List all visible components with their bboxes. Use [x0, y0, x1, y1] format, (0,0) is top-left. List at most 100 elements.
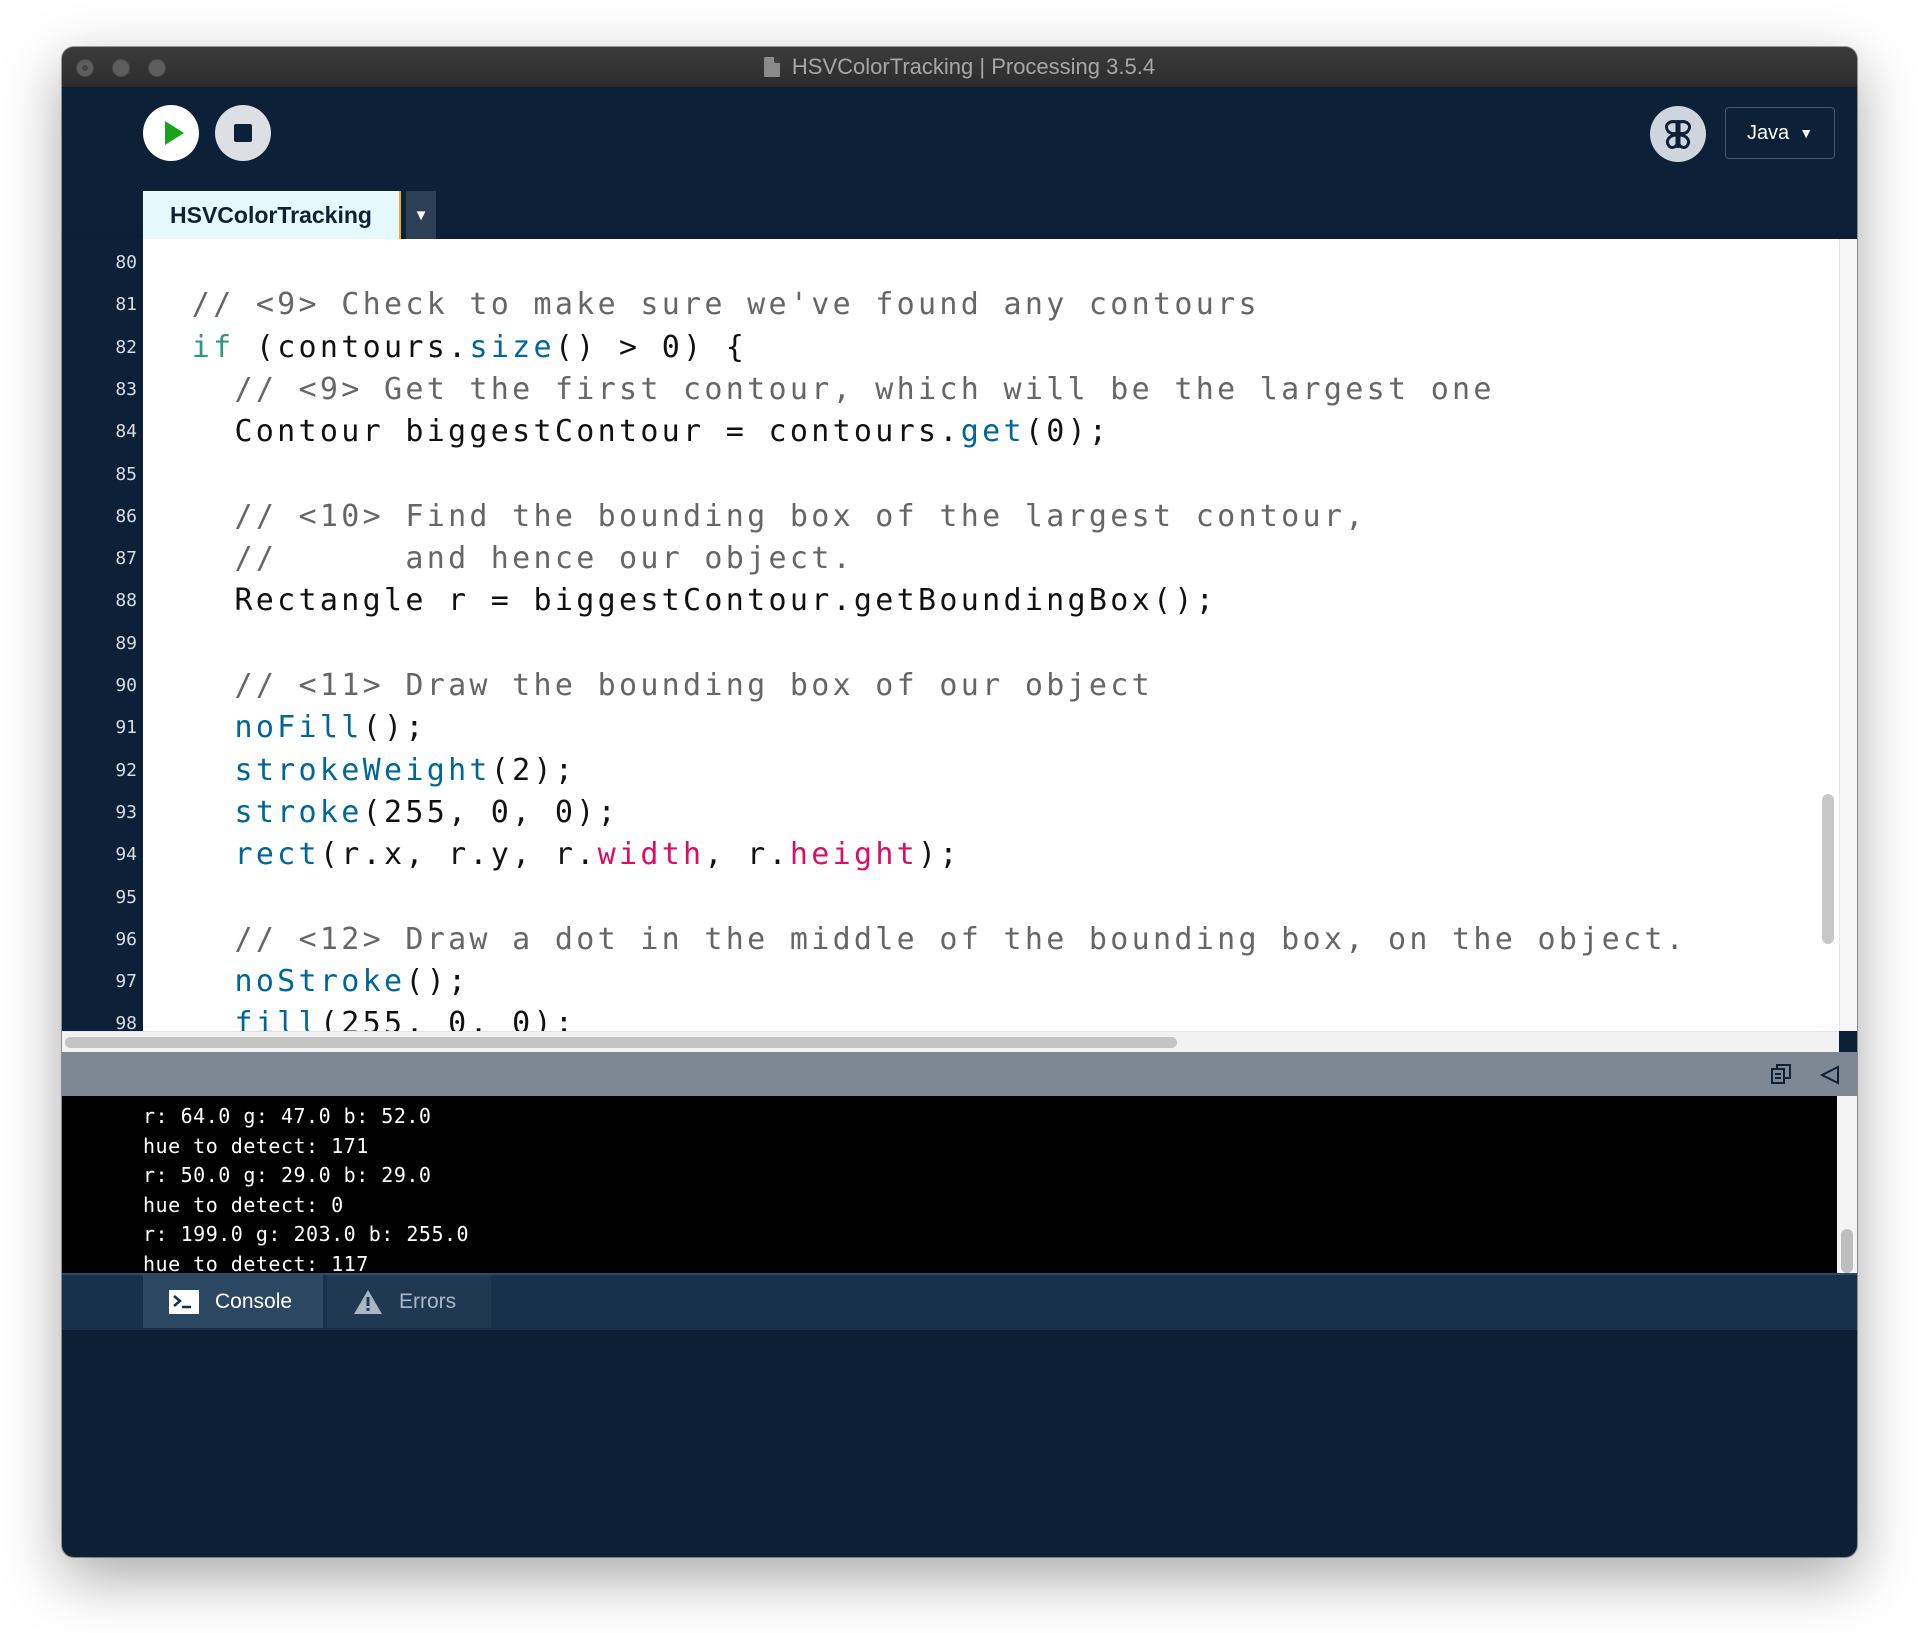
code-editor: 8081828384858687888990919293949596979899… [62, 239, 1857, 1204]
run-button[interactable] [143, 105, 199, 161]
code-line: Rectangle r = biggestContour.getBounding… [149, 580, 1217, 622]
code-token: size [469, 329, 555, 365]
code-line: Contour biggestContour = contours.get(0)… [149, 411, 1110, 453]
line-number: 81 [115, 294, 137, 316]
code-token: // <12> Draw a dot in the middle of the … [234, 921, 1688, 957]
code-line: if (contours.size() > 0) { [149, 327, 747, 369]
code-token: // <9> Get the first contour, which will… [234, 371, 1495, 407]
collapse-console-icon[interactable] [1819, 1064, 1841, 1086]
code-token: (); [362, 710, 427, 746]
code-line: strokeWeight(2); [149, 750, 576, 792]
code-token: (r.x, r.y, r. [319, 837, 598, 873]
tab-errors-label: Errors [399, 1289, 457, 1313]
chevron-down-icon: ▼ [1799, 125, 1814, 141]
console-line: r: 50.0 g: 29.0 b: 29.0 [143, 1163, 432, 1187]
code-token: (255, 0, 0); [362, 794, 619, 830]
title-wrap: HSVColorTracking | Processing 3.5.4 [62, 47, 1857, 87]
code-line: noStroke(); [149, 961, 469, 1003]
code-token: () > 0) { [554, 329, 748, 365]
line-number: 91 [115, 717, 137, 739]
tab-hsvcolortracking[interactable]: HSVColorTracking [143, 191, 401, 239]
line-number: 86 [115, 505, 137, 527]
tab-label: HSVColorTracking [170, 201, 372, 228]
editor-vertical-scroll-thumb[interactable] [1822, 794, 1834, 944]
code-token: (contours. [234, 329, 470, 365]
stop-button[interactable] [215, 105, 271, 161]
title-bar: HSVColorTracking | Processing 3.5.4 [62, 47, 1857, 88]
tab-console-label: Console [215, 1289, 293, 1313]
editor-horizontal-scrollbar[interactable] [62, 1031, 1839, 1052]
line-number: 97 [115, 971, 137, 993]
code-token: stroke [234, 794, 363, 830]
line-number: 89 [115, 632, 137, 654]
mode-label: Java [1746, 121, 1790, 144]
code-token: rect [234, 837, 320, 873]
console-divider[interactable] [62, 1052, 1857, 1096]
document-icon [763, 57, 780, 77]
footer-tabs: Console Errors [62, 1273, 1857, 1330]
code-line: stroke(255, 0, 0); [149, 792, 619, 834]
code-token: // <10> Find the bounding box of the lar… [234, 498, 1367, 534]
line-number: 85 [115, 463, 137, 485]
code-line: fill(255, 0, 0); [149, 1003, 576, 1031]
code-token: (); [405, 964, 470, 1000]
tab-console[interactable]: Console [143, 1275, 323, 1328]
line-number: 93 [115, 801, 137, 823]
code-line: rect(r.x, r.y, r.width, r.height); [149, 834, 961, 876]
window-title: HSVColorTracking | Processing 3.5.4 [791, 54, 1156, 79]
line-number: 80 [115, 252, 137, 273]
line-number: 92 [115, 759, 137, 781]
console-line: r: 64.0 g: 47.0 b: 52.0 [143, 1104, 432, 1128]
console-line: hue to detect: 117 [143, 1251, 369, 1274]
code-token: if [191, 329, 235, 365]
chevron-down-icon: ▼ [413, 206, 429, 224]
code-line: noFill(); [149, 707, 427, 749]
code-line: // <9> Get the first contour, which will… [149, 369, 1495, 411]
copy-icon[interactable] [1770, 1063, 1792, 1085]
code-token: height [789, 837, 919, 873]
editor-vertical-scrollbar[interactable] [1839, 239, 1857, 1031]
line-number: 90 [115, 675, 137, 696]
line-number: 88 [115, 590, 137, 612]
console-output[interactable]: r: 64.0 g: 47.0 b: 52.0 hue to detect: 17… [62, 1096, 1857, 1273]
line-number: 83 [115, 378, 137, 400]
line-number: 87 [115, 548, 137, 570]
console-scrollbar[interactable] [1837, 1096, 1857, 1273]
code-token: // <11> Draw the bounding box of our obj… [234, 668, 1153, 703]
code-token: noStroke [234, 964, 406, 1000]
code-token: width [597, 837, 705, 873]
mode-selector[interactable]: Java ▼ [1725, 107, 1835, 159]
processing-window: HSVColorTracking | Processing 3.5.4 Java… [62, 47, 1857, 1557]
tab-errors[interactable]: Errors [327, 1275, 491, 1328]
code-token: , r. [704, 837, 790, 873]
code-token: // and hence our object. [234, 541, 854, 577]
editor-horizontal-scroll-thumb[interactable] [65, 1037, 1177, 1048]
code-area[interactable]: // <9> Check to make sure we've found an… [143, 239, 1839, 1031]
tab-menu-button[interactable]: ▼ [406, 191, 436, 239]
console-scroll-thumb[interactable] [1841, 1229, 1853, 1273]
play-icon [165, 121, 184, 145]
line-number: 94 [115, 844, 137, 866]
console-line: r: 199.0 g: 203.0 b: 255.0 [143, 1222, 470, 1246]
code-line: // and hence our object. [149, 538, 854, 580]
code-token: Rectangle r = biggestContour.getBounding… [149, 583, 1218, 619]
line-number: 96 [115, 928, 137, 950]
terminal-icon [169, 1289, 199, 1314]
line-number: 84 [115, 421, 137, 443]
code-token: Contour biggestContour = contours. [149, 414, 961, 450]
debugger-button[interactable] [1650, 106, 1706, 162]
code-line: // <9> Check to make sure we've found an… [149, 284, 1260, 326]
